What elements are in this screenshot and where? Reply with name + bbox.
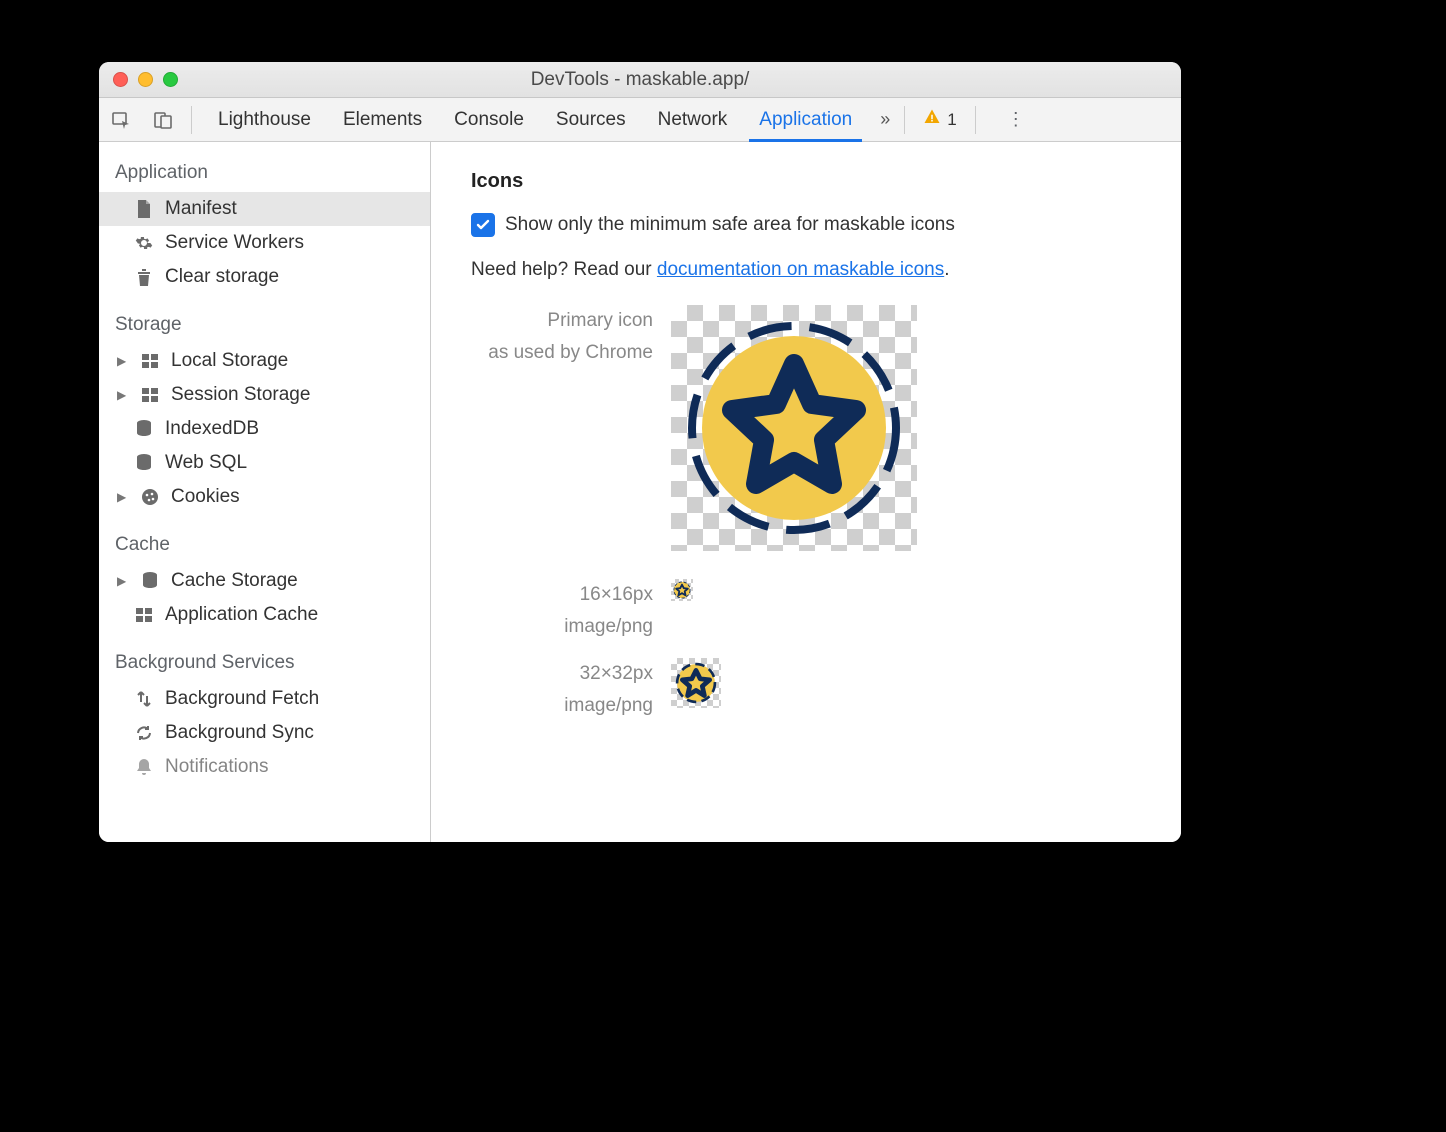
sidebar-item-notifications[interactable]: Notifications	[99, 750, 430, 784]
sidebar-item-service-workers[interactable]: Service Workers	[99, 226, 430, 260]
sidebar-item-session-storage[interactable]: ▶ Session Storage	[99, 378, 430, 412]
database-icon	[133, 420, 155, 438]
separator	[191, 106, 192, 134]
trash-icon	[133, 268, 155, 286]
sidebar-item-background-fetch[interactable]: Background Fetch	[99, 682, 430, 716]
chevron-right-icon: ▶	[117, 388, 129, 402]
bell-icon	[133, 758, 155, 776]
grid-icon	[139, 354, 161, 368]
help-text: Need help? Read our documentation on mas…	[471, 259, 1141, 281]
database-icon	[139, 572, 161, 590]
device-toolbar-icon[interactable]	[145, 102, 181, 138]
database-icon	[133, 454, 155, 472]
sidebar-item-label: Notifications	[165, 756, 269, 778]
tab-network[interactable]: Network	[642, 98, 744, 141]
safe-area-checkbox[interactable]	[471, 213, 495, 237]
sidebar-item-label: Background Fetch	[165, 688, 319, 710]
separator	[904, 106, 905, 134]
section-cache: Cache	[99, 514, 430, 564]
zoom-window-button[interactable]	[163, 72, 178, 87]
sidebar-item-label: Web SQL	[165, 452, 247, 474]
window-title: DevTools - maskable.app/	[531, 69, 750, 91]
sidebar-item-label: Application Cache	[165, 604, 318, 626]
sidebar-item-application-cache[interactable]: Application Cache	[99, 598, 430, 632]
sidebar-item-label: Manifest	[165, 198, 237, 220]
help-prefix: Need help? Read our	[471, 259, 657, 280]
inspect-element-icon[interactable]	[103, 102, 139, 138]
icon-mime-label: image/png	[471, 611, 653, 643]
tab-elements[interactable]: Elements	[327, 98, 438, 141]
more-tabs-icon[interactable]: »	[880, 109, 886, 130]
tab-application[interactable]: Application	[743, 98, 868, 141]
sidebar-item-label: Session Storage	[171, 384, 310, 406]
sidebar-item-label: Cache Storage	[171, 570, 298, 592]
icon-entry-16: 16×16px image/png	[471, 579, 1141, 644]
panel-tabs: Lighthouse Elements Console Sources Netw…	[202, 98, 868, 141]
document-icon	[133, 200, 155, 218]
icon-entry-32: 32×32px image/png	[471, 658, 1141, 723]
sidebar-item-indexeddb[interactable]: IndexedDB	[99, 412, 430, 446]
sidebar-item-local-storage[interactable]: ▶ Local Storage	[99, 344, 430, 378]
sidebar-item-label: Clear storage	[165, 266, 279, 288]
section-application: Application	[99, 142, 430, 192]
grid-icon	[139, 388, 161, 402]
gear-icon	[133, 234, 155, 252]
section-background-services: Background Services	[99, 632, 430, 682]
chevron-right-icon: ▶	[117, 354, 129, 368]
issues-warning-badge[interactable]: 1	[923, 108, 956, 131]
devtools-window: DevTools - maskable.app/ Lighthouse Elem…	[99, 62, 1181, 842]
sidebar-item-cache-storage[interactable]: ▶ Cache Storage	[99, 564, 430, 598]
sidebar-item-manifest[interactable]: Manifest	[99, 192, 430, 226]
chevron-right-icon: ▶	[117, 574, 129, 588]
warning-count: 1	[947, 110, 956, 130]
primary-icon-label-1: Primary icon	[471, 305, 653, 337]
section-storage: Storage	[99, 294, 430, 344]
help-suffix: .	[944, 259, 949, 280]
sidebar-item-label: Cookies	[171, 486, 240, 508]
documentation-link[interactable]: documentation on maskable icons	[657, 259, 944, 280]
grid-icon	[133, 608, 155, 622]
application-sidebar: Application Manifest Service Workers Cle…	[99, 142, 431, 842]
minimize-window-button[interactable]	[138, 72, 153, 87]
sidebar-item-background-sync[interactable]: Background Sync	[99, 716, 430, 750]
traffic-lights	[113, 72, 178, 87]
tab-sources[interactable]: Sources	[540, 98, 642, 141]
primary-icon-preview	[671, 305, 917, 551]
sidebar-item-cookies[interactable]: ▶ Cookies	[99, 480, 430, 514]
section-heading-icons: Icons	[471, 170, 1141, 193]
manifest-panel: Icons Show only the minimum safe area fo…	[431, 142, 1181, 842]
titlebar: DevTools - maskable.app/	[99, 62, 1181, 98]
settings-menu-icon[interactable]: ⋮	[1004, 109, 1028, 130]
sidebar-item-label: Background Sync	[165, 722, 314, 744]
safe-area-checkbox-label: Show only the minimum safe area for mask…	[505, 214, 955, 236]
separator	[975, 106, 976, 134]
tab-lighthouse[interactable]: Lighthouse	[202, 98, 327, 141]
sync-icon	[133, 724, 155, 742]
chevron-right-icon: ▶	[117, 490, 129, 504]
icon-preview-16	[671, 579, 693, 601]
primary-icon-label-2: as used by Chrome	[471, 337, 653, 369]
cookie-icon	[139, 488, 161, 506]
icon-size-label: 32×32px	[471, 658, 653, 690]
sidebar-item-label: Service Workers	[165, 232, 304, 254]
transfer-icon	[133, 690, 155, 708]
primary-icon-row: Primary icon as used by Chrome	[471, 305, 1141, 551]
main-tabstrip: Lighthouse Elements Console Sources Netw…	[99, 98, 1181, 142]
close-window-button[interactable]	[113, 72, 128, 87]
icon-mime-label: image/png	[471, 690, 653, 722]
icon-preview-32	[671, 658, 721, 708]
tab-console[interactable]: Console	[438, 98, 540, 141]
icon-size-label: 16×16px	[471, 579, 653, 611]
sidebar-item-websql[interactable]: Web SQL	[99, 446, 430, 480]
sidebar-item-label: Local Storage	[171, 350, 288, 372]
sidebar-item-clear-storage[interactable]: Clear storage	[99, 260, 430, 294]
warning-icon	[923, 108, 941, 131]
sidebar-item-label: IndexedDB	[165, 418, 259, 440]
